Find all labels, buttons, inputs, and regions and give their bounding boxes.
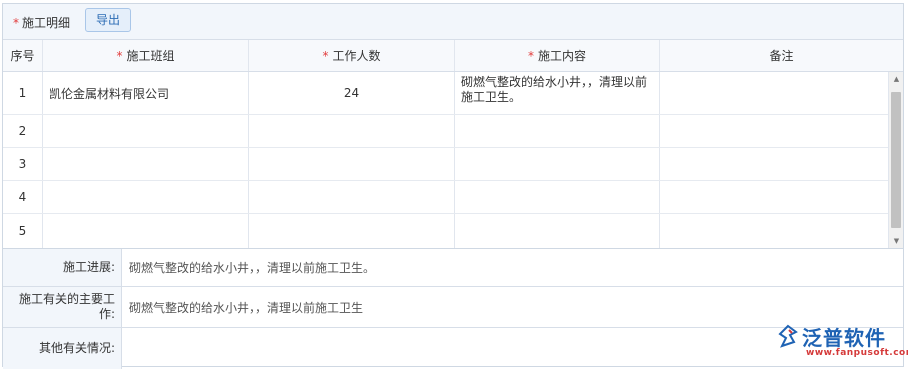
cell-index: 2 <box>3 115 43 147</box>
cell-workers[interactable] <box>249 148 455 180</box>
table-row[interactable]: 1 凯伦金属材料有限公司 24 砌燃气整改的给水小井，，清理以前施工卫生。 <box>3 72 888 115</box>
main-work-field[interactable]: 砌燃气整改的给水小井，，清理以前施工卫生 <box>123 287 903 327</box>
cell-index: 1 <box>3 72 43 114</box>
triangle-down-icon[interactable]: ▼ <box>889 234 904 248</box>
scroll-thumb[interactable] <box>891 92 901 228</box>
triangle-up-icon[interactable]: ▲ <box>889 72 904 86</box>
cell-note[interactable] <box>660 148 888 180</box>
cell-content[interactable] <box>455 148 660 180</box>
table-row[interactable]: 2 <box>3 115 888 148</box>
detail-table: 序号 * 施工班组 * 工作人数 * 施工内容 备注 1 凯伦金属材料有限公司 24 … <box>3 40 903 248</box>
toolbar: * 施工明细 导出 <box>3 4 903 40</box>
column-header-content[interactable]: * 施工内容 <box>455 40 660 71</box>
other-label: 其他有关情况: <box>3 328 122 369</box>
form-row-progress: 施工进展: 砌燃气整改的给水小井，，清理以前施工卫生。 <box>3 249 903 287</box>
export-button[interactable]: 导出 <box>85 8 131 32</box>
cell-note[interactable] <box>660 72 888 114</box>
column-header-note[interactable]: 备注 <box>660 40 903 71</box>
cell-workers[interactable] <box>249 214 455 248</box>
cell-content[interactable] <box>455 214 660 248</box>
cell-workers[interactable] <box>249 115 455 147</box>
cell-note[interactable] <box>660 181 888 213</box>
cell-index: 4 <box>3 181 43 213</box>
required-mark: * <box>322 48 329 63</box>
watermark: 泛普软件 www.fanpusoft.com <box>776 322 908 364</box>
cell-workers[interactable] <box>249 181 455 213</box>
watermark-url: www.fanpusoft.com <box>806 348 908 358</box>
column-header-team[interactable]: * 施工班组 <box>43 40 249 71</box>
construction-detail-panel: * 施工明细 导出 序号 * 施工班组 * 工作人数 * 施工内容 备注 1 凯伦金属材… <box>2 3 904 369</box>
table-body: 1 凯伦金属材料有限公司 24 砌燃气整改的给水小井，，清理以前施工卫生。 2 … <box>3 72 888 248</box>
column-header-workers[interactable]: * 工作人数 <box>249 40 455 71</box>
form-row-other: 其他有关情况: <box>3 328 903 369</box>
cell-note[interactable] <box>660 115 888 147</box>
cell-index: 3 <box>3 148 43 180</box>
progress-field[interactable]: 砌燃气整改的给水小井，，清理以前施工卫生。 <box>123 249 903 286</box>
construction-summary-form: 施工进展: 砌燃气整改的给水小井，，清理以前施工卫生。 施工有关的主要工作: 砌… <box>3 248 903 369</box>
cell-team[interactable] <box>43 181 249 213</box>
cell-team[interactable] <box>43 214 249 248</box>
cell-content[interactable] <box>455 181 660 213</box>
required-mark: * <box>13 16 19 30</box>
cell-note[interactable] <box>660 214 888 248</box>
cell-content[interactable] <box>455 115 660 147</box>
table-row[interactable]: 3 <box>3 148 888 181</box>
form-row-main-work: 施工有关的主要工作: 砌燃气整改的给水小井，，清理以前施工卫生 <box>3 287 903 328</box>
required-mark: * <box>527 48 534 63</box>
watermark-name: 泛普软件 <box>802 326 886 350</box>
column-header-index[interactable]: 序号 <box>3 40 43 71</box>
section-title-text: 施工明细 <box>22 16 71 30</box>
required-mark: * <box>116 48 123 63</box>
section-title: * 施工明细 <box>13 14 70 31</box>
cell-content[interactable]: 砌燃气整改的给水小井，，清理以前施工卫生。 <box>455 72 660 114</box>
cell-index: 5 <box>3 214 43 248</box>
table-row[interactable]: 5 <box>3 214 888 248</box>
cell-team[interactable]: 凯伦金属材料有限公司 <box>43 72 249 114</box>
table-row[interactable]: 4 <box>3 181 888 214</box>
progress-label: 施工进展: <box>3 249 122 286</box>
main-work-label: 施工有关的主要工作: <box>3 287 122 327</box>
cell-workers[interactable]: 24 <box>249 72 455 114</box>
fanpu-logo-icon <box>778 324 798 348</box>
table-scrollbar[interactable]: ▲ ▼ <box>888 72 903 248</box>
table-header: 序号 * 施工班组 * 工作人数 * 施工内容 备注 <box>3 40 903 72</box>
cell-team[interactable] <box>43 115 249 147</box>
cell-team[interactable] <box>43 148 249 180</box>
